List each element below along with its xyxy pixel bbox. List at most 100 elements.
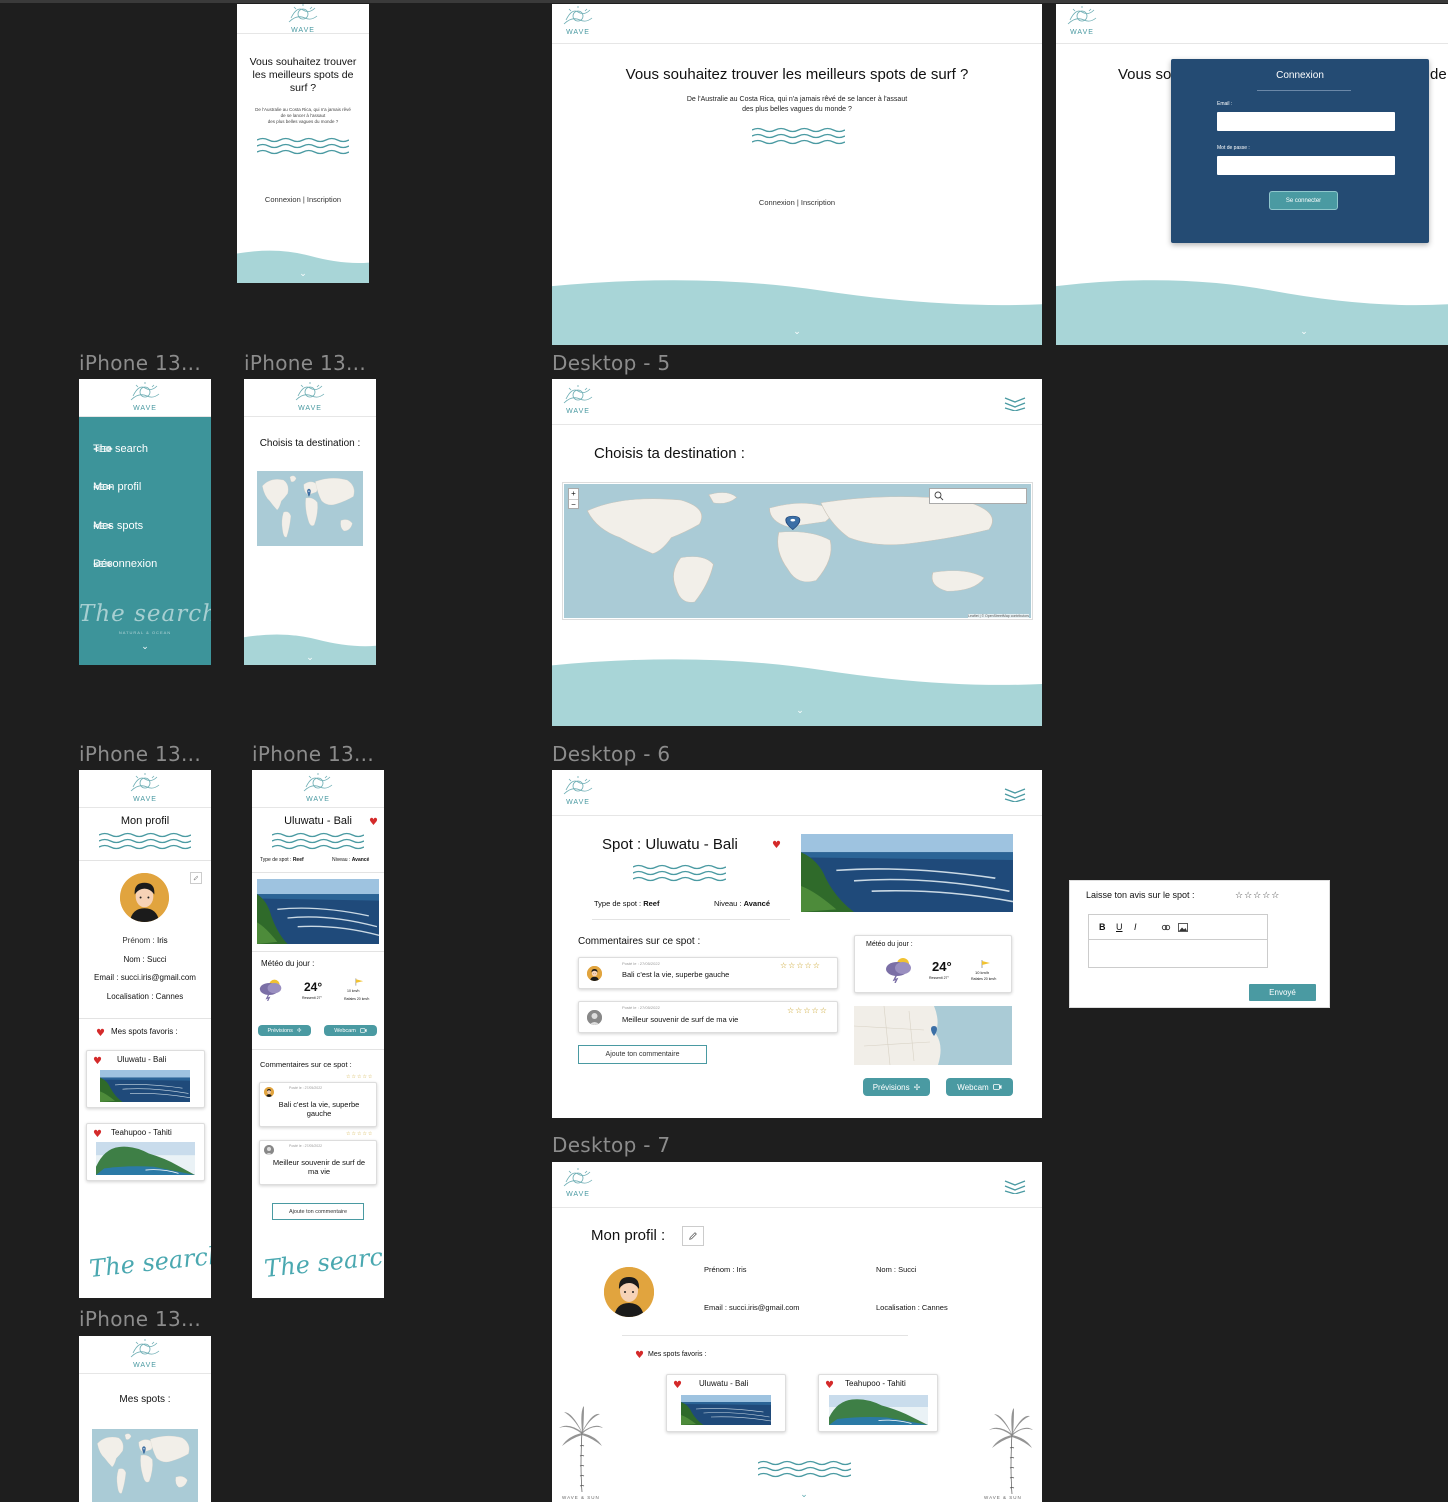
favorite-spot-card[interactable]: ♥ Teahupoo - Tahiti bbox=[818, 1374, 938, 1432]
add-comment-button[interactable]: Ajoute ton commentaire bbox=[272, 1203, 364, 1220]
world-map[interactable] bbox=[564, 484, 1031, 618]
favorite-spot-card[interactable]: ♥ Teahupoo - Tahiti bbox=[86, 1123, 205, 1181]
favorite-heart-icon[interactable]: ♥ bbox=[369, 818, 378, 828]
webcam-button[interactable]: Webcam bbox=[324, 1025, 377, 1036]
header: WAVE bbox=[552, 1162, 1042, 1208]
password-input[interactable] bbox=[1217, 156, 1395, 175]
comment-card: Posté le : 27/05/2022 Bali c'est la vie,… bbox=[578, 957, 838, 989]
heart-icon[interactable]: ♥ bbox=[93, 1130, 102, 1140]
weather-card: Météo du jour : 24° Ressenti 27° 10 km/h… bbox=[854, 935, 1012, 993]
world-map[interactable] bbox=[92, 1429, 198, 1502]
wave-logo-icon[interactable]: WAVE bbox=[1062, 6, 1102, 38]
map-attribution[interactable]: Leaflet | © OpenStreetMap contributors bbox=[968, 614, 1029, 618]
frame-label[interactable]: iPhone 13... bbox=[79, 742, 201, 766]
review-textarea[interactable] bbox=[1091, 942, 1265, 965]
editor-toolbar: B U I bbox=[1089, 915, 1267, 940]
map-search-input[interactable] bbox=[929, 488, 1027, 504]
surfboard-icon bbox=[93, 560, 113, 568]
signature-subtitle: NATURAL & OCEAN bbox=[118, 630, 172, 635]
wave-logo-icon[interactable]: WAVE bbox=[290, 382, 330, 414]
wave-logo-icon[interactable]: WAVE bbox=[125, 382, 165, 414]
waves-divider-icon bbox=[272, 832, 364, 850]
wave-logo-icon[interactable]: WAVE bbox=[298, 773, 338, 805]
chevron-down-icon[interactable]: ⌄ bbox=[293, 269, 313, 279]
italic-button[interactable]: I bbox=[1134, 922, 1137, 932]
bold-button[interactable]: B bbox=[1099, 922, 1106, 932]
zoom-out-button[interactable]: − bbox=[569, 499, 578, 510]
chevron-down-icon[interactable]: ⌄ bbox=[790, 706, 810, 716]
rating-stars-input[interactable]: ☆☆☆☆☆ bbox=[1235, 891, 1280, 901]
hamburger-menu-icon[interactable] bbox=[1004, 395, 1026, 412]
wave-logo-icon[interactable]: WAVE bbox=[558, 385, 598, 417]
palm-tree-icon bbox=[558, 1406, 604, 1492]
edit-pencil-icon[interactable] bbox=[682, 1226, 704, 1246]
waves-divider-icon bbox=[752, 127, 845, 145]
signature-script: The search bbox=[87, 1241, 211, 1283]
chevron-down-icon[interactable]: ⌄ bbox=[794, 1490, 814, 1500]
edit-pencil-icon[interactable] bbox=[190, 872, 202, 884]
login-submit-button[interactable]: Se connecter bbox=[1269, 191, 1338, 210]
chevron-down-icon[interactable]: ⌄ bbox=[787, 327, 807, 337]
auth-links[interactable]: Connexion | Inscription bbox=[237, 195, 369, 204]
webcam-button[interactable]: Webcam bbox=[946, 1078, 1013, 1096]
feels-like: Ressenti 27° bbox=[302, 996, 322, 1000]
heart-icon[interactable]: ♥ bbox=[93, 1057, 102, 1067]
menu-item-search[interactable]: The search bbox=[93, 443, 148, 455]
frame-label[interactable]: iPhone 13... bbox=[79, 1307, 201, 1331]
divider bbox=[252, 872, 384, 873]
button-label: Prévisions bbox=[872, 1082, 910, 1092]
spot-map[interactable] bbox=[854, 1006, 1012, 1065]
wave-logo-icon[interactable]: WAVE bbox=[125, 773, 165, 805]
frame-label[interactable]: iPhone 13... bbox=[79, 351, 201, 375]
frame-desktop-home: WAVE Vous souhaitez trouver les meilleur… bbox=[552, 4, 1042, 345]
frame-label[interactable]: iPhone 13... bbox=[252, 742, 374, 766]
menu-item-spots[interactable]: Mes spots bbox=[93, 520, 143, 532]
email-input[interactable] bbox=[1217, 112, 1395, 131]
frame-label[interactable]: Desktop - 7 bbox=[552, 1133, 670, 1157]
frame-desktop-profile: WAVE Mon profil : Prénom : Iris Nom : Su… bbox=[552, 1162, 1042, 1502]
hero-title-partial-end: de bbox=[1430, 66, 1447, 83]
hamburger-menu-icon[interactable] bbox=[1004, 786, 1026, 803]
frame-label[interactable]: Desktop - 5 bbox=[552, 351, 670, 375]
spot-photo bbox=[829, 1395, 928, 1425]
underline-button[interactable]: U bbox=[1116, 922, 1123, 932]
chevron-down-icon[interactable]: ⌄ bbox=[300, 653, 320, 663]
auth-links[interactable]: Connexion | Inscription bbox=[552, 198, 1042, 207]
image-icon[interactable] bbox=[1178, 923, 1188, 932]
menu-item-profile[interactable]: Mon profil bbox=[93, 481, 141, 493]
spot-photo bbox=[681, 1395, 771, 1425]
add-comment-button[interactable]: Ajoute ton commentaire bbox=[578, 1045, 707, 1064]
profile-title: Mon profil : bbox=[591, 1227, 666, 1244]
wave-logo-icon[interactable]: WAVE bbox=[558, 776, 598, 808]
chevron-down-icon[interactable]: ⌄ bbox=[1294, 327, 1314, 337]
zoom-in-button[interactable]: + bbox=[569, 489, 578, 499]
heart-icon[interactable]: ♥ bbox=[825, 1381, 834, 1391]
comment-date: Posté le : 27/05/2022 bbox=[289, 1086, 323, 1090]
search-icon bbox=[934, 491, 944, 501]
submit-review-button[interactable]: Envoyé bbox=[1249, 984, 1316, 1001]
forecast-button[interactable]: Prévisions ✢ bbox=[258, 1025, 311, 1036]
frame-label[interactable]: iPhone 13... bbox=[244, 351, 366, 375]
menu-item-logout[interactable]: Déconnexion bbox=[93, 558, 157, 570]
hamburger-menu-icon[interactable] bbox=[1004, 1178, 1026, 1195]
frame-iphone-profile: WAVE Mon profil Prénom : Iris Nom : Succ… bbox=[79, 770, 211, 1298]
favorite-heart-icon[interactable]: ♥ bbox=[772, 841, 781, 851]
wave-logo-icon[interactable]: WAVE bbox=[558, 1168, 598, 1200]
world-map[interactable] bbox=[257, 471, 363, 546]
chevron-down-icon[interactable]: ⌄ bbox=[135, 642, 155, 652]
divider bbox=[79, 1018, 211, 1019]
link-icon[interactable] bbox=[1161, 923, 1171, 932]
wave-logo-icon[interactable]: WAVE bbox=[125, 1339, 165, 1371]
wind-flag-icon bbox=[355, 978, 364, 986]
svg-text:WAVE: WAVE bbox=[1070, 29, 1094, 36]
favorite-spot-card[interactable]: ♥ Uluwatu - Bali bbox=[666, 1374, 786, 1432]
frame-label[interactable]: Desktop - 6 bbox=[552, 742, 670, 766]
forecast-button[interactable]: Prévisions ✢ bbox=[863, 1078, 930, 1096]
login-title: Connexion bbox=[1276, 70, 1324, 81]
email-field: Email : succi.iris@gmail.com bbox=[704, 1303, 800, 1312]
wave-logo-icon[interactable]: WAVE bbox=[558, 6, 598, 38]
heart-icon[interactable]: ♥ bbox=[673, 1381, 682, 1391]
favorite-spot-card[interactable]: ♥ Uluwatu - Bali bbox=[86, 1050, 205, 1108]
wind-value: 10 km/h bbox=[975, 970, 990, 975]
wave-logo-icon[interactable]: WAVE bbox=[283, 4, 323, 36]
